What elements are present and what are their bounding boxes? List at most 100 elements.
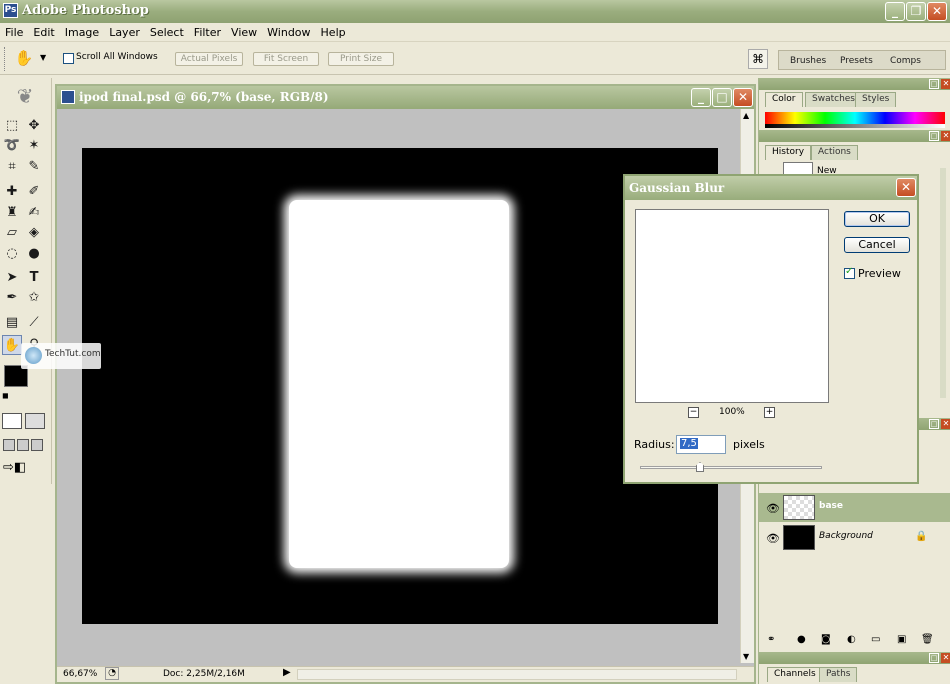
menu-filter[interactable]: Filter — [189, 23, 226, 39]
menu-layer[interactable]: Layer — [104, 23, 145, 39]
options-grip[interactable] — [4, 47, 6, 71]
tab-color[interactable]: Color — [765, 92, 803, 107]
path-selection-tool-icon[interactable]: ➤ — [2, 268, 22, 288]
layer-name[interactable]: base — [819, 501, 843, 511]
eyedropper-tool-icon[interactable]: ⟋ — [24, 313, 44, 333]
well-tab-comps[interactable]: Comps — [890, 56, 921, 66]
fit-screen-button[interactable]: Fit Screen — [253, 52, 319, 66]
paint-bucket-tool-icon[interactable]: ◈ — [24, 223, 44, 243]
restore-button[interactable]: ❐ — [906, 2, 926, 21]
hand-tool-preset-icon[interactable]: ✋ — [14, 48, 34, 68]
color-ramp-grayscale[interactable] — [765, 124, 945, 128]
magic-wand-tool-icon[interactable]: ✶ — [24, 136, 44, 156]
new-group-icon[interactable]: ▭ — [871, 634, 880, 645]
actual-pixels-button[interactable]: Actual Pixels — [175, 52, 243, 66]
brush-tool-icon[interactable]: ✐ — [24, 182, 44, 202]
layer-visibility-eye-icon[interactable]: 👁 — [766, 502, 780, 515]
radius-slider-thumb[interactable] — [696, 462, 704, 472]
pen-tool-icon[interactable]: ✒ — [2, 288, 22, 308]
layers-panel-minimize-icon[interactable]: □ — [929, 419, 939, 429]
layer-row-base[interactable]: 👁 base — [759, 493, 950, 522]
layer-visibility-eye-icon[interactable]: 👁 — [766, 532, 780, 545]
minimize-button[interactable]: _ — [885, 2, 905, 21]
menu-image[interactable]: Image — [60, 23, 104, 39]
color-ramp[interactable] — [765, 112, 945, 124]
layers-panel-close-icon[interactable]: ✕ — [941, 419, 950, 429]
channels-panel-close-icon[interactable]: ✕ — [941, 653, 950, 663]
layer-name[interactable]: Background — [819, 531, 873, 541]
healing-brush-tool-icon[interactable]: ✚ — [2, 182, 22, 202]
dialog-close-button[interactable]: ✕ — [896, 178, 916, 197]
blur-tool-icon[interactable]: ◌ — [2, 244, 22, 264]
zoom-out-button[interactable]: − — [688, 407, 699, 418]
marquee-tool-icon[interactable]: ⬚ — [2, 116, 22, 136]
type-tool-icon[interactable]: T — [24, 268, 44, 288]
clone-stamp-tool-icon[interactable]: ♜ — [2, 203, 22, 223]
color-panel-minimize-icon[interactable]: □ — [929, 79, 939, 89]
history-panel-minimize-icon[interactable]: □ — [929, 131, 939, 141]
menu-select[interactable]: Select — [145, 23, 189, 39]
custom-shape-tool-icon[interactable]: ✩ — [24, 288, 44, 308]
menu-view[interactable]: View — [226, 23, 262, 39]
scroll-all-windows-checkbox[interactable] — [63, 53, 74, 64]
link-layers-icon[interactable]: ⚭ — [767, 634, 775, 645]
full-screen-menu-mode-icon[interactable] — [17, 439, 29, 451]
radius-input[interactable]: 7,5 — [676, 435, 726, 454]
move-tool-icon[interactable]: ✥ — [24, 116, 44, 136]
dodge-tool-icon[interactable]: ● — [24, 244, 44, 264]
slice-tool-icon[interactable]: ✎ — [24, 157, 44, 177]
cancel-button[interactable]: Cancel — [844, 237, 910, 253]
layer-row-background[interactable]: 👁 Background 🔒 — [759, 523, 950, 552]
standard-mode-icon[interactable] — [2, 413, 22, 429]
layer-mask-icon[interactable]: ◙ — [821, 634, 831, 645]
jump-to-imageready-icon[interactable]: ⇨◧ — [3, 460, 43, 478]
channels-panel-minimize-icon[interactable]: □ — [929, 653, 939, 663]
preset-dropdown-arrow-icon[interactable]: ▼ — [40, 53, 46, 62]
scroll-down-arrow-icon[interactable]: ▼ — [743, 652, 749, 661]
layer-style-icon[interactable]: ● — [797, 634, 806, 645]
tab-actions[interactable]: Actions — [811, 145, 858, 160]
default-colors-icon[interactable]: ◼ — [2, 391, 10, 400]
menu-edit[interactable]: Edit — [28, 23, 59, 39]
tab-swatches[interactable]: Swatches — [805, 92, 862, 107]
delete-layer-icon[interactable]: 🗑 — [921, 634, 934, 645]
close-button[interactable]: ✕ — [927, 2, 947, 21]
file-browser-icon[interactable]: ⌘ — [748, 49, 768, 69]
adjustment-layer-icon[interactable]: ◐ — [847, 634, 856, 645]
tab-styles[interactable]: Styles — [855, 92, 897, 107]
tab-history[interactable]: History — [765, 145, 812, 160]
quick-mask-mode-icon[interactable] — [25, 413, 45, 429]
full-screen-mode-icon[interactable] — [31, 439, 43, 451]
history-scrollbar[interactable] — [940, 168, 946, 398]
notes-tool-icon[interactable]: ▤ — [2, 313, 22, 333]
ok-button[interactable]: OK — [844, 211, 910, 227]
zoom-level[interactable]: 66,67% — [63, 669, 97, 679]
well-tab-brushes[interactable]: Brushes — [790, 56, 826, 66]
standard-screen-mode-icon[interactable] — [3, 439, 15, 451]
horizontal-scrollbar[interactable] — [297, 669, 737, 680]
filter-preview-area[interactable] — [635, 209, 829, 403]
hand-tool-icon[interactable]: ✋ — [2, 335, 22, 355]
preview-checkbox[interactable] — [844, 266, 855, 279]
menu-window[interactable]: Window — [262, 23, 315, 39]
document-maximize-button[interactable]: □ — [712, 88, 732, 107]
well-tab-presets[interactable]: Presets — [840, 56, 873, 66]
status-menu-arrow-icon[interactable]: ▶ — [283, 667, 291, 678]
zoom-in-button[interactable]: + — [764, 407, 775, 418]
history-brush-tool-icon[interactable]: ✍ — [24, 203, 44, 223]
status-icon[interactable]: ◔ — [105, 667, 119, 680]
history-panel-close-icon[interactable]: ✕ — [941, 131, 950, 141]
crop-tool-icon[interactable]: ⌗ — [2, 157, 22, 177]
radius-slider-track[interactable] — [640, 466, 822, 469]
eraser-tool-icon[interactable]: ▱ — [2, 223, 22, 243]
tab-paths[interactable]: Paths — [819, 667, 858, 682]
menu-help[interactable]: Help — [316, 23, 351, 39]
menu-file[interactable]: File — [0, 23, 28, 39]
document-minimize-button[interactable]: _ — [691, 88, 711, 107]
print-size-button[interactable]: Print Size — [328, 52, 394, 66]
color-panel-close-icon[interactable]: ✕ — [941, 79, 950, 89]
scroll-up-arrow-icon[interactable]: ▲ — [743, 111, 749, 120]
lasso-tool-icon[interactable]: ➰ — [2, 136, 22, 156]
document-close-button[interactable]: ✕ — [733, 88, 753, 107]
new-layer-icon[interactable]: ▣ — [897, 634, 906, 645]
